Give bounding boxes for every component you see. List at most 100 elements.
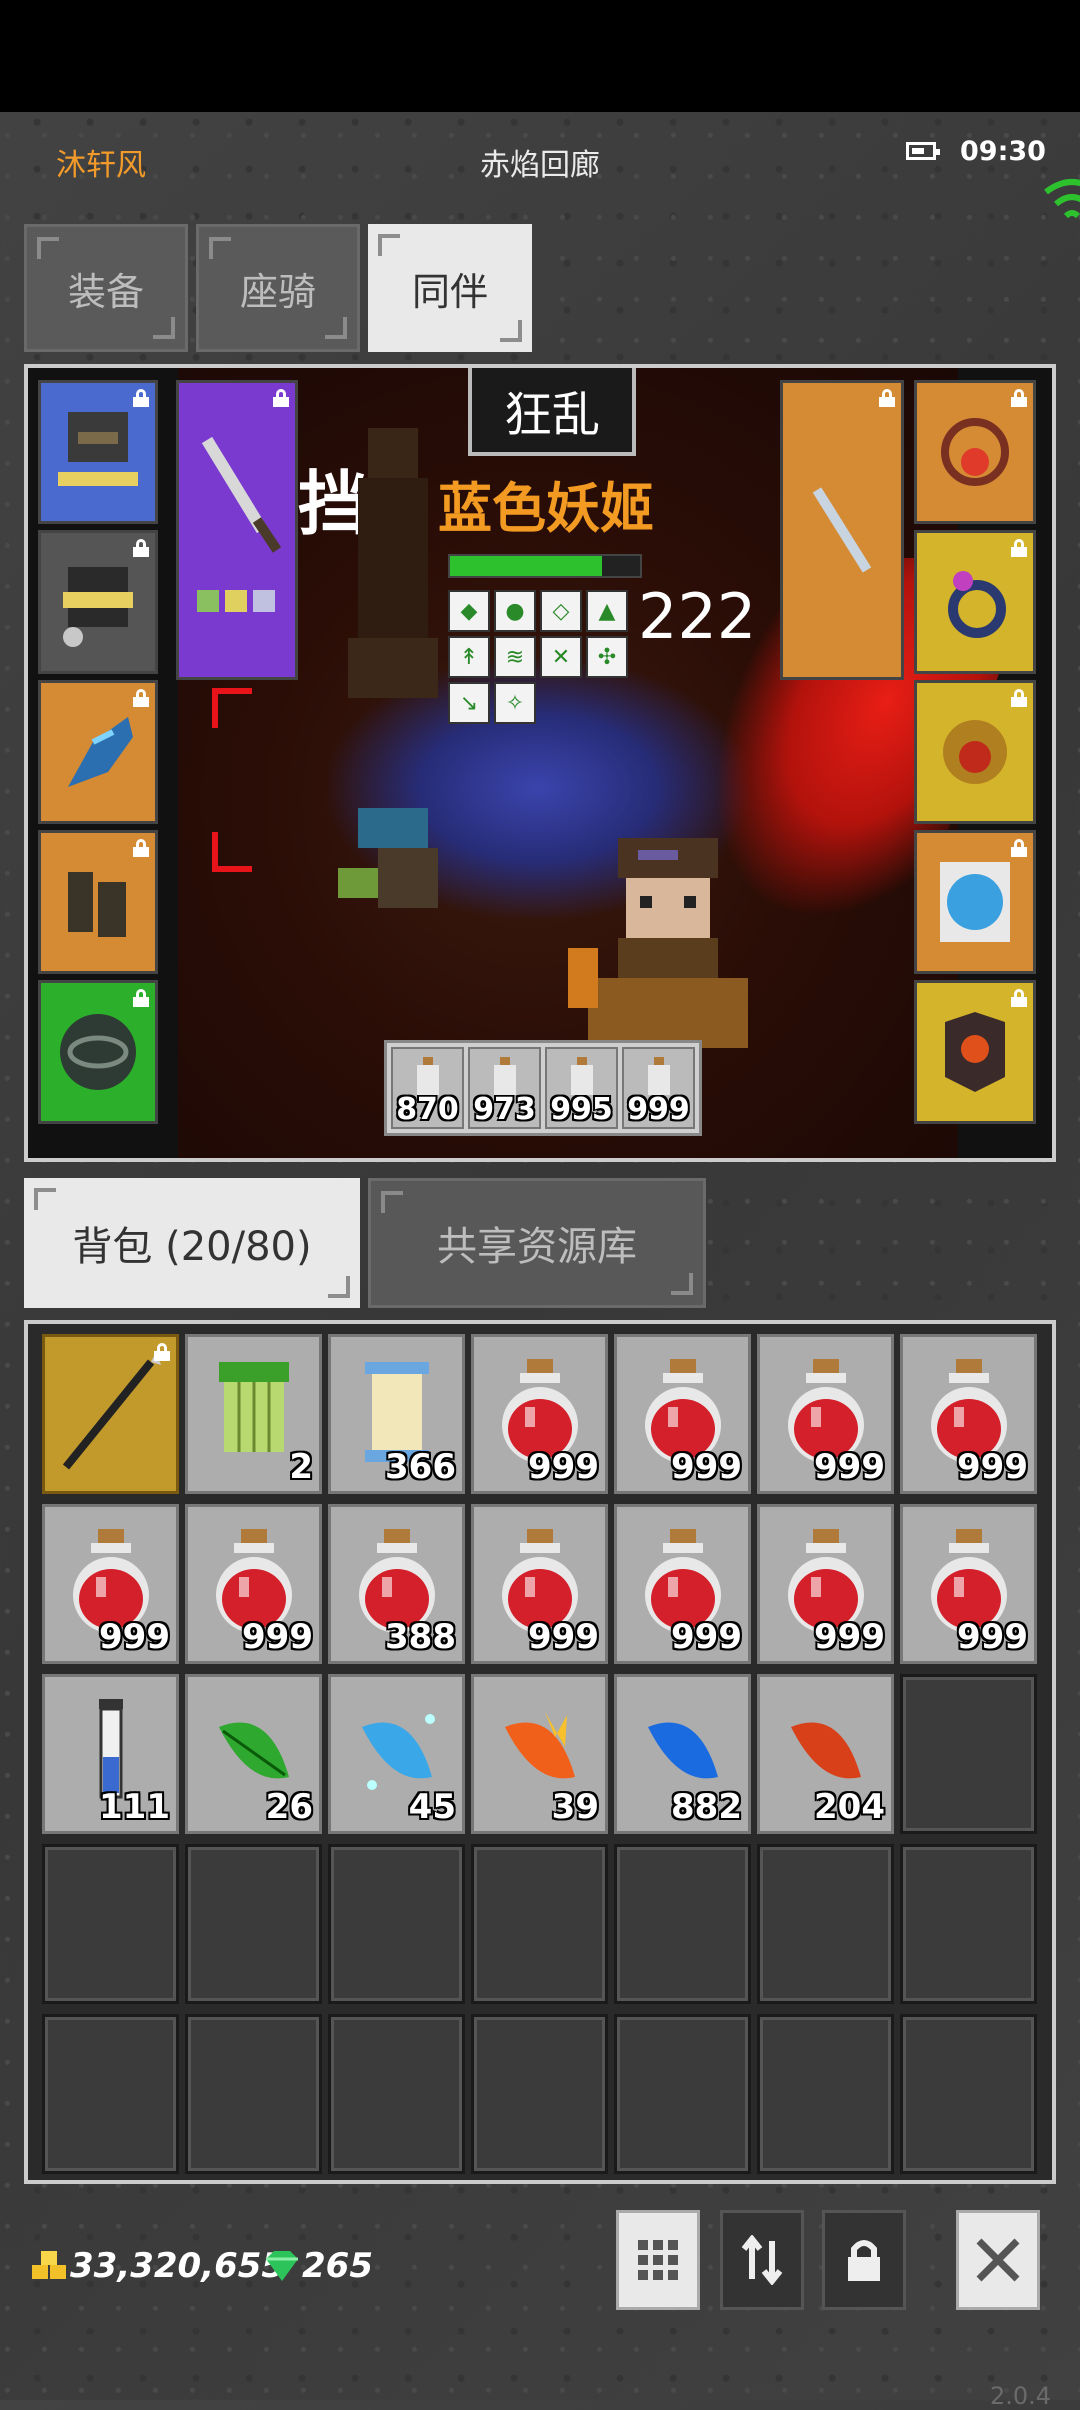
bag-slot[interactable]: 388 <box>328 1504 465 1664</box>
close-button[interactable] <box>956 2210 1040 2310</box>
quick-potion-bar: 870 973 995 999 <box>384 1040 702 1136</box>
lock-icon <box>1011 539 1027 557</box>
quick-potion-slot[interactable]: 870 <box>391 1047 464 1129</box>
equip-slot-weapon[interactable] <box>176 380 298 680</box>
equip-slot-necklace[interactable] <box>914 380 1036 524</box>
armor-icon <box>63 567 133 647</box>
bag-slot[interactable]: 999 <box>185 1504 322 1664</box>
equip-slot-amulet[interactable] <box>914 680 1036 824</box>
character-scene: 狂乱 挡 蓝色妖姬 222 ◆ ● ◇ ▲ ↟ ≋ ✕ ✣ ↘ ✧ 870 97… <box>24 364 1056 1162</box>
bag-slot-empty[interactable] <box>328 2014 465 2174</box>
tab-shared-label: 共享资源库 <box>437 1224 637 1270</box>
bag-slot-empty[interactable] <box>471 1844 608 2004</box>
tab-equip[interactable]: 装备 <box>24 224 188 352</box>
bag-slot-empty[interactable] <box>614 2014 751 2174</box>
swap-button[interactable] <box>720 2210 804 2310</box>
bag-slot[interactable]: 39 <box>471 1674 608 1834</box>
potion-icon <box>647 1057 670 1095</box>
ring-icon <box>948 571 1006 638</box>
lock-button[interactable] <box>822 2210 906 2310</box>
equip-slot-orb[interactable] <box>914 830 1036 974</box>
gold-display: 33,320,655 <box>30 2246 285 2286</box>
bag-slot[interactable]: 999 <box>757 1334 894 1494</box>
backpack-grid: 2 366 999 999 999 999 999 999 388 999 999 999 999 111… <box>42 1334 1042 2174</box>
tab-backpack-label: 背包 (20/80) <box>72 1224 312 1270</box>
target-marker <box>212 688 252 728</box>
lock-icon <box>133 989 149 1007</box>
bag-slot[interactable]: 882 <box>614 1674 751 1834</box>
quick-potion-count: 973 <box>473 1092 536 1127</box>
bag-slot-empty[interactable] <box>185 1844 322 2004</box>
quick-potion-slot[interactable]: 995 <box>545 1047 618 1129</box>
bag-slot[interactable] <box>42 1334 179 1494</box>
gem-icon <box>266 2251 298 2281</box>
bag-slot[interactable]: 366 <box>328 1334 465 1494</box>
lock-icon <box>1011 839 1027 857</box>
tab-companion-label: 同伴 <box>411 269 488 314</box>
bag-slot-empty[interactable] <box>900 2014 1037 2174</box>
tab-companion[interactable]: 同伴 <box>368 224 532 352</box>
boss-hp-bar <box>448 554 642 578</box>
item-count: 882 <box>671 1787 742 1827</box>
buff-icon: ◇ <box>540 590 582 632</box>
bag-slot-empty[interactable] <box>757 1844 894 2004</box>
bag-slot[interactable]: 999 <box>614 1334 751 1494</box>
talisman-icon <box>945 1012 1005 1092</box>
bag-slot-empty[interactable] <box>614 1844 751 2004</box>
bag-slot-empty[interactable] <box>900 1674 1037 1834</box>
battery-icon <box>906 142 940 160</box>
bag-slot[interactable]: 111 <box>42 1674 179 1834</box>
bag-slot[interactable]: 999 <box>471 1504 608 1664</box>
bag-slot[interactable]: 999 <box>757 1504 894 1664</box>
equip-slot-offhand[interactable] <box>780 380 904 680</box>
bag-slot[interactable]: 999 <box>42 1504 179 1664</box>
bag-slot[interactable]: 999 <box>471 1334 608 1494</box>
lock-icon <box>133 839 149 857</box>
equip-slot-boots[interactable] <box>38 830 158 974</box>
quick-potion-slot[interactable]: 999 <box>622 1047 695 1129</box>
equip-slot-ring[interactable] <box>914 530 1036 674</box>
lock-icon <box>133 689 149 707</box>
lock-icon <box>1011 989 1027 1007</box>
bag-slot-empty[interactable] <box>42 1844 179 2004</box>
item-count: 999 <box>957 1617 1028 1657</box>
boots-icon <box>68 872 126 937</box>
equip-slot-gloves[interactable] <box>38 680 158 824</box>
lock-icon <box>133 389 149 407</box>
bag-slot[interactable]: 204 <box>757 1674 894 1834</box>
item-count: 999 <box>814 1447 885 1487</box>
bag-slot-empty[interactable] <box>757 2014 894 2174</box>
bag-slot[interactable]: 45 <box>328 1674 465 1834</box>
tab-equip-label: 装备 <box>67 269 144 314</box>
bag-slot[interactable]: 999 <box>900 1334 1037 1494</box>
quick-potion-slot[interactable]: 973 <box>468 1047 541 1129</box>
clock: 09:30 <box>960 136 1046 167</box>
tab-mount[interactable]: 座骑 <box>196 224 360 352</box>
quick-potion-count: 999 <box>627 1092 690 1127</box>
bag-slot-empty[interactable] <box>328 1844 465 2004</box>
equip-slot-armor[interactable] <box>38 530 158 674</box>
item-count: 45 <box>408 1787 456 1827</box>
lock-icon <box>133 539 149 557</box>
buff-icon: ✣ <box>586 636 628 678</box>
bamboo-armor-icon <box>209 1357 299 1471</box>
equip-slot-belt[interactable] <box>38 980 158 1124</box>
bag-slot-empty[interactable] <box>900 1844 1037 2004</box>
tab-backpack[interactable]: 背包 (20/80) <box>24 1178 360 1308</box>
tab-shared-storage[interactable]: 共享资源库 <box>368 1178 706 1308</box>
bag-slot-empty[interactable] <box>471 2014 608 2174</box>
bag-slot[interactable]: 2 <box>185 1334 322 1494</box>
sort-grid-button[interactable] <box>616 2210 700 2310</box>
item-count: 999 <box>99 1617 170 1657</box>
bag-slot-empty[interactable] <box>42 2014 179 2174</box>
bag-slot-empty[interactable] <box>185 2014 322 2174</box>
equip-slot-talisman[interactable] <box>914 980 1036 1124</box>
bag-slot[interactable]: 26 <box>185 1674 322 1834</box>
item-count: 388 <box>385 1617 456 1657</box>
gold-icon <box>32 2251 66 2279</box>
bag-slot[interactable]: 999 <box>614 1504 751 1664</box>
equip-slot-helmet[interactable] <box>38 380 158 524</box>
hero-sprite <box>568 838 748 1048</box>
item-count: 111 <box>99 1787 170 1827</box>
bag-slot[interactable]: 999 <box>900 1504 1037 1664</box>
